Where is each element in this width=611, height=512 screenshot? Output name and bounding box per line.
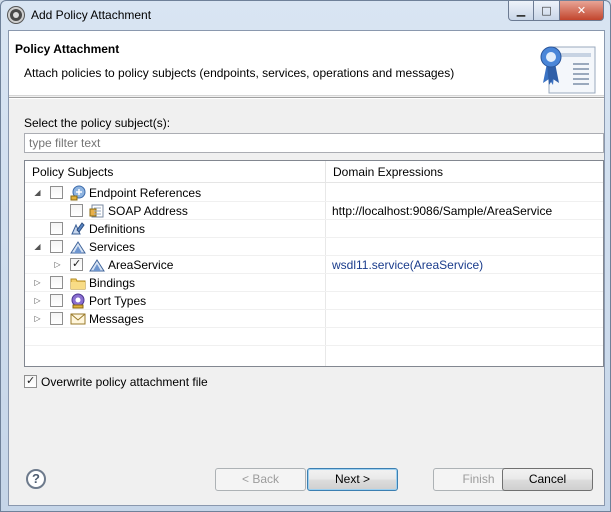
port-types-icon xyxy=(71,293,85,309)
collapse-icon[interactable]: ◢ xyxy=(33,242,42,251)
help-icon[interactable]: ? xyxy=(26,469,46,489)
expand-icon[interactable]: ▷ xyxy=(53,260,62,269)
row-expression: http://localhost:9086/Sample/AreaService xyxy=(332,204,553,218)
column-policy-subjects[interactable]: Policy Subjects xyxy=(25,161,325,183)
maximize-button[interactable]: □ xyxy=(534,1,560,21)
page-description: Attach policies to policy subjects (endp… xyxy=(24,66,455,80)
row-checkbox[interactable] xyxy=(50,222,63,235)
dialog-body: Policy Attachment Attach policies to pol… xyxy=(8,30,605,506)
table-row[interactable]: ▷ AreaService wsdl11.service(AreaService… xyxy=(25,256,603,274)
title-bar[interactable]: Add Policy Attachment ▁ □ ✕ xyxy=(1,1,610,30)
folder-icon xyxy=(70,278,86,290)
row-label: Messages xyxy=(89,312,144,326)
table-row[interactable]: Definitions xyxy=(25,220,603,238)
select-subject-label: Select the policy subject(s): xyxy=(24,116,171,130)
row-label: Services xyxy=(89,240,136,254)
table-row[interactable]: SOAP Address http://localhost:9086/Sampl… xyxy=(25,202,603,220)
page-title: Policy Attachment xyxy=(15,42,120,56)
filter-input[interactable] xyxy=(24,133,604,153)
window-controls: ▁ □ ✕ xyxy=(508,1,604,21)
overwrite-label[interactable]: Overwrite policy attachment file xyxy=(41,374,208,390)
window-title: Add Policy Attachment xyxy=(31,8,152,22)
expand-icon[interactable]: ▷ xyxy=(33,278,42,287)
dialog-window: Add Policy Attachment ▁ □ ✕ Policy Attac… xyxy=(0,0,611,512)
overwrite-checkbox[interactable] xyxy=(24,374,37,388)
minimize-button[interactable]: ▁ xyxy=(508,1,534,21)
back-button[interactable]: < Back xyxy=(215,468,306,491)
table-row[interactable]: ◢ Services xyxy=(25,238,603,256)
row-label: SOAP Address xyxy=(108,204,188,218)
row-checkbox[interactable] xyxy=(50,312,63,325)
expand-icon[interactable]: ▷ xyxy=(33,314,42,323)
policy-subjects-tree[interactable]: Policy Subjects Domain Expressions ◢ End… xyxy=(24,160,604,367)
cancel-button[interactable]: Cancel xyxy=(502,468,593,491)
table-row[interactable]: ◢ Endpoint References xyxy=(25,184,603,202)
service-icon xyxy=(89,259,105,272)
row-checkbox[interactable] xyxy=(50,294,63,307)
header-separator xyxy=(9,97,604,99)
table-header: Policy Subjects Domain Expressions xyxy=(25,161,603,183)
policy-certificate-icon xyxy=(540,46,596,94)
row-checkbox[interactable] xyxy=(70,204,83,217)
row-checkbox[interactable] xyxy=(50,276,63,289)
table-row[interactable]: ▷ Bindings xyxy=(25,274,603,292)
expand-icon[interactable]: ▷ xyxy=(33,296,42,305)
table-row xyxy=(25,328,603,346)
endpoint-icon xyxy=(70,185,86,201)
column-domain-expressions[interactable]: Domain Expressions xyxy=(325,161,603,183)
row-label: Endpoint References xyxy=(89,186,202,200)
services-icon xyxy=(70,241,86,254)
row-label: Port Types xyxy=(89,294,147,308)
row-checkbox[interactable] xyxy=(70,257,83,271)
messages-icon xyxy=(70,313,86,325)
eclipse-app-icon xyxy=(8,7,24,23)
collapse-icon[interactable]: ◢ xyxy=(33,188,42,197)
row-checkbox[interactable] xyxy=(50,186,63,199)
row-expression: wsdl11.service(AreaService) xyxy=(332,258,484,272)
wizard-header: Policy Attachment Attach policies to pol… xyxy=(9,31,604,96)
row-label: Bindings xyxy=(89,276,136,290)
row-checkbox[interactable] xyxy=(50,240,63,253)
next-button[interactable]: Next > xyxy=(307,468,398,491)
soap-address-icon xyxy=(89,204,104,218)
definitions-icon xyxy=(71,222,85,235)
row-label: Definitions xyxy=(89,222,146,236)
table-row[interactable]: ▷ Port Types xyxy=(25,292,603,310)
table-row[interactable]: ▷ Messages xyxy=(25,310,603,328)
close-button[interactable]: ✕ xyxy=(560,1,604,21)
row-label: AreaService xyxy=(108,258,174,272)
